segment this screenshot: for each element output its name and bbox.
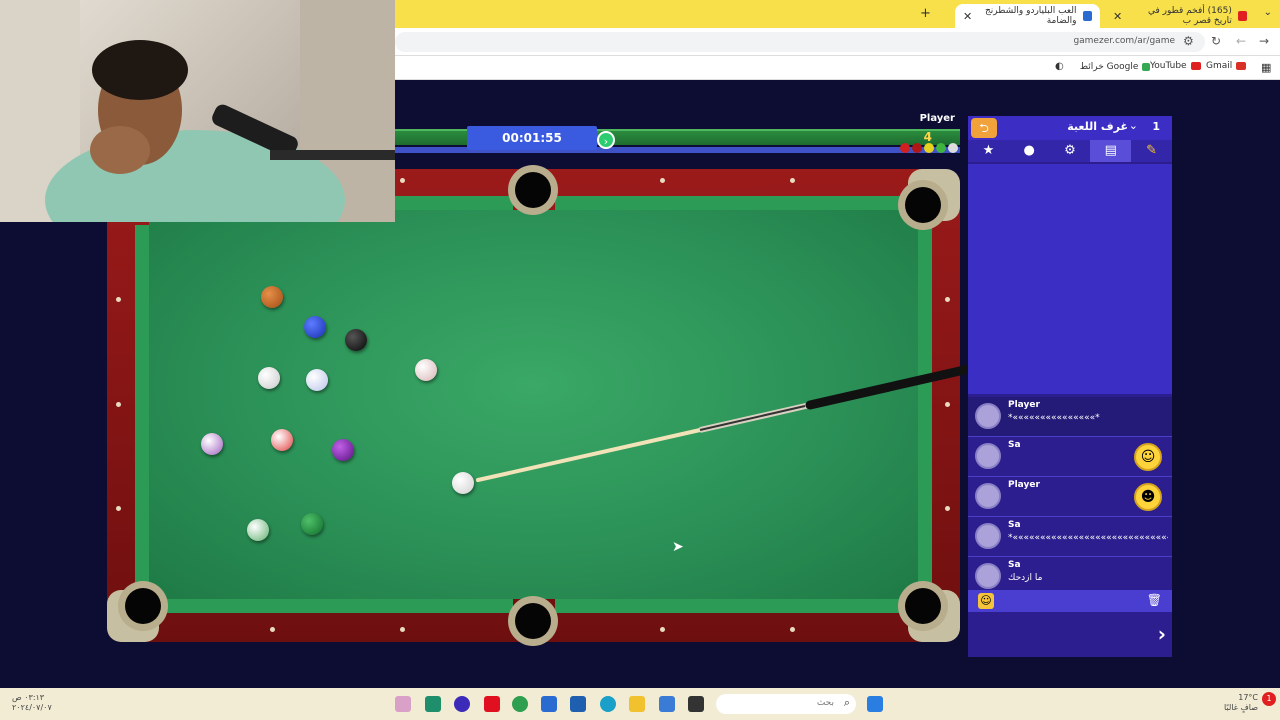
chat-sender: Sa bbox=[1008, 520, 1021, 530]
room-list bbox=[968, 164, 1172, 394]
folder-icon[interactable] bbox=[629, 696, 645, 712]
chat-text: ما ازدحك bbox=[1008, 573, 1043, 583]
chat-message: Sa ☺ bbox=[968, 437, 1172, 477]
weather-desc: صافٍ غالبًا bbox=[1224, 703, 1258, 712]
chat-list: Player *«««««««««««««««* Sa ☺ Player ☻ S… bbox=[968, 397, 1172, 597]
chat-text: *««««««««««««««««««««««««««««««««««« bbox=[1008, 533, 1168, 543]
avatar bbox=[975, 443, 1001, 469]
chevron-right-icon[interactable]: › bbox=[1158, 622, 1166, 646]
clock[interactable]: ٠٣:١٣ ص ٢٠٢٤/٠٧/٠٧ bbox=[12, 693, 52, 713]
store-icon[interactable] bbox=[570, 696, 586, 712]
star-icon[interactable]: ★ bbox=[968, 140, 1009, 162]
chevron-down-icon[interactable]: ⌄ bbox=[1129, 119, 1138, 132]
chat-message: Player ☻ bbox=[968, 477, 1172, 517]
app-icon[interactable] bbox=[395, 696, 411, 712]
taskbar: ٠٣:١٣ ص ٢٠٢٤/٠٧/٠٧ بحث ⌕ 17°C صافٍ غالبً… bbox=[0, 688, 1280, 720]
edit-icon[interactable]: ✎ bbox=[1131, 140, 1172, 162]
room-count: 1 bbox=[1152, 120, 1160, 133]
chat-sender: Sa bbox=[1008, 440, 1021, 450]
chat-input-row[interactable]: ☺ 🗑 bbox=[968, 590, 1172, 612]
chat-sender: Sa bbox=[1008, 560, 1021, 570]
gear-icon[interactable]: ⚙ bbox=[1050, 140, 1091, 162]
document-icon[interactable]: ▤ bbox=[1090, 140, 1132, 162]
trash-icon[interactable]: 🗑 bbox=[1147, 593, 1162, 607]
angel-emoji-icon: ☺ bbox=[1134, 443, 1162, 471]
weather-widget[interactable]: 17°C صافٍ غالبًا bbox=[1224, 693, 1258, 713]
avatar bbox=[975, 403, 1001, 429]
search-field[interactable]: بحث ⌕ bbox=[716, 694, 856, 714]
search-placeholder: بحث bbox=[816, 698, 834, 708]
notification-badge[interactable]: 1 bbox=[1262, 692, 1276, 706]
chrome-icon[interactable] bbox=[512, 696, 528, 712]
mouse-cursor-icon: ➤ bbox=[672, 539, 684, 555]
weather-temp: 17°C bbox=[1238, 693, 1258, 702]
webcam-overlay bbox=[0, 0, 395, 222]
app-icon[interactable] bbox=[425, 696, 441, 712]
terminal-icon[interactable] bbox=[688, 696, 704, 712]
panel-toolbar: ★ ● ⚙ ▤ ✎ bbox=[968, 140, 1172, 162]
avatar bbox=[975, 563, 1001, 589]
chat-message: Sa *««««««««««««««««««««««««««««««««««« bbox=[968, 517, 1172, 557]
user-icon[interactable]: ● bbox=[1009, 140, 1050, 162]
exit-icon[interactable]: ⮌ bbox=[971, 118, 997, 138]
clock-time: ٠٣:١٣ ص bbox=[12, 693, 45, 702]
panel-header: ⮌ غرف اللعبة ⌄ 1 bbox=[968, 116, 1172, 140]
app-icon[interactable] bbox=[454, 696, 470, 712]
panel-title: غرف اللعبة bbox=[1067, 120, 1128, 133]
avatar bbox=[975, 483, 1001, 509]
chat-text: *«««««««««««««««* bbox=[1008, 413, 1100, 423]
windows-start-icon[interactable] bbox=[867, 696, 883, 712]
search-icon: ⌕ bbox=[843, 696, 850, 709]
chat-sender: Player bbox=[1008, 480, 1040, 490]
mail-icon[interactable] bbox=[541, 696, 557, 712]
smiley-icon[interactable]: ☺ bbox=[978, 593, 994, 609]
webcam-image bbox=[0, 0, 395, 222]
avatar bbox=[975, 523, 1001, 549]
edge-icon[interactable] bbox=[600, 696, 616, 712]
app-icon[interactable] bbox=[659, 696, 675, 712]
game-rooms-panel: ⮌ غرف اللعبة ⌄ 1 ★ ● ⚙ ▤ ✎ Player *«««««… bbox=[968, 116, 1172, 657]
clock-date: ٢٠٢٤/٠٧/٠٧ bbox=[12, 703, 52, 712]
chat-sender: Player bbox=[1008, 400, 1040, 410]
netflix-icon[interactable] bbox=[484, 696, 500, 712]
chat-message: Player *«««««««««««««««* bbox=[968, 397, 1172, 437]
grin-emoji-icon: ☻ bbox=[1134, 483, 1162, 511]
